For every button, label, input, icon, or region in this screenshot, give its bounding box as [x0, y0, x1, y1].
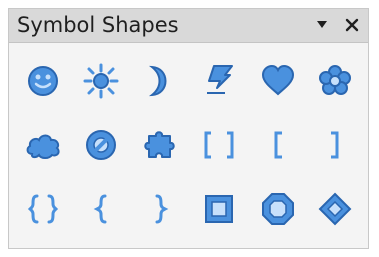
symbol-shape-diamond-bevel[interactable]: [311, 185, 359, 233]
symbol-shape-heart[interactable]: [254, 57, 302, 105]
symbol-shape-left-brace[interactable]: [77, 185, 125, 233]
symbol-shape-right-bracket[interactable]: [311, 121, 359, 169]
symbol-shape-moon[interactable]: [137, 57, 185, 105]
symbol-shape-smiley[interactable]: [19, 57, 67, 105]
symbol-shape-flower[interactable]: [311, 57, 359, 105]
left-bracket-icon: [274, 131, 282, 159]
symbol-shape-prohibited[interactable]: [77, 121, 125, 169]
symbol-shape-left-bracket[interactable]: [254, 121, 302, 169]
puzzle-icon: [144, 131, 175, 158]
symbol-shape-double-brace[interactable]: [19, 185, 67, 233]
diamond-bevel-icon: [318, 192, 352, 226]
symbol-shapes-panel: Symbol Shapes: [8, 8, 369, 249]
heart-icon: [261, 64, 295, 96]
square-bevel-icon: [205, 195, 233, 223]
symbol-shape-square-bevel[interactable]: [195, 185, 243, 233]
lightning-bolt-icon: [207, 65, 233, 94]
symbol-shape-sun[interactable]: [77, 57, 125, 105]
symbol-shape-cloud[interactable]: [19, 121, 67, 169]
cloud-icon: [26, 134, 60, 159]
symbol-shapes-grid: [19, 57, 359, 243]
flower-icon: [319, 65, 351, 95]
symbol-shape-octagon-bevel[interactable]: [254, 185, 302, 233]
symbol-shape-right-brace[interactable]: [137, 185, 185, 233]
double-bracket-icon: [204, 131, 234, 159]
octagon-bevel-icon: [262, 193, 294, 225]
panel-title: Symbol Shapes: [17, 13, 179, 37]
sun-icon: [83, 63, 119, 99]
double-brace-icon: [27, 194, 59, 224]
left-brace-icon: [93, 194, 107, 224]
right-brace-icon: [155, 194, 169, 224]
triangle-down-icon: [317, 21, 327, 28]
moon-icon: [148, 65, 167, 97]
panel-close-button[interactable]: [341, 14, 363, 36]
symbol-shape-lightning[interactable]: [195, 57, 243, 105]
symbol-shape-double-bracket[interactable]: [195, 121, 243, 169]
symbol-shape-puzzle[interactable]: [137, 121, 185, 169]
prohibited-icon: [86, 130, 116, 160]
right-bracket-icon: [331, 131, 339, 159]
smiley-face-icon: [28, 66, 58, 96]
panel-menu-button[interactable]: [311, 14, 333, 36]
close-icon: [345, 18, 359, 32]
panel-titlebar: Symbol Shapes: [9, 9, 368, 43]
